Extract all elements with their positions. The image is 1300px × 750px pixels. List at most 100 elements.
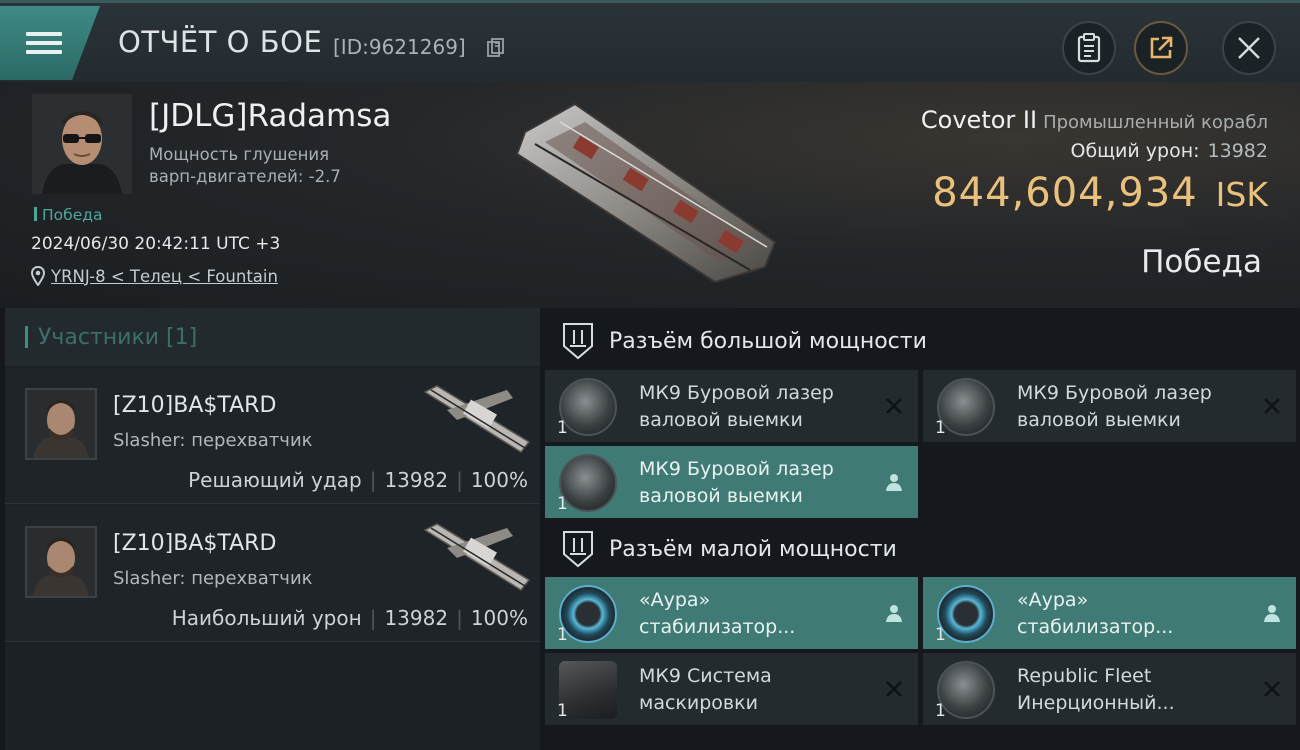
slot-item-name-line2: валовой выемки [639,409,803,431]
slot-item-name-line1: МК9 Буровой лазер [639,382,834,404]
close-icon [1238,37,1260,59]
report-id: [ID:9621269] [333,35,466,59]
isk-unit: ISK [1215,175,1268,214]
slot-item-name-line2: валовой выемки [639,485,803,507]
low-slot-item[interactable]: 1 «Аура» стабилизатор... [545,577,918,649]
participant-percent: 100% [470,468,528,492]
slot-item-name: «Аура» стабилизатор... [639,587,879,641]
slot-high-icon [563,323,593,360]
total-damage: Общий урон: 13982 [1070,140,1268,162]
slot-item-name-line1: «Аура» [639,589,711,611]
stat-separator: | [456,606,463,630]
slot-quantity: 1 [557,701,568,721]
low-slot-item[interactable]: 1 МК9 Система маскировки [545,653,918,725]
slot-item-name-line1: «Аура» [1017,589,1089,611]
page-title: ОТЧЁТ О БОЕ [118,25,323,59]
participant-portrait [27,390,95,458]
victim-ship-title[interactable]: Covetor II Промышленный корабл [921,106,1268,134]
share-icon [1150,36,1173,59]
slot-quantity: 1 [557,625,568,645]
slot-item-name: МК9 Буровой лазер валовой выемки [639,380,879,434]
menu-button[interactable] [0,6,100,80]
participant-row[interactable]: [Z10]BA$TARD Slasher: перехватчик Решающ… [5,368,540,504]
slot-item-name: МК9 Буровой лазер валовой выемки [639,456,879,510]
participant-ship-image[interactable] [417,520,535,598]
participants-title: Участники [1] [38,324,198,350]
slot-item-name: «Аура» стабилизатор... [1017,587,1257,641]
low-slot-item[interactable]: 1 Republic Fleet Инерционный... [923,653,1296,725]
battle-result: Победа [1141,244,1262,280]
high-slot-label: Разъём большой мощности [609,328,927,354]
slot-quantity: 1 [557,418,568,438]
isk-loss: 844,604,934 ISK [932,170,1268,216]
victim-ship-image[interactable] [505,92,795,292]
top-bar: ОТЧЁТ О БОЕ [ID:9621269] [0,0,1300,82]
low-slot-header: Разъём малой мощности [545,520,1300,578]
total-damage-value: 13982 [1207,140,1268,162]
slot-quantity: 1 [935,418,946,438]
battle-timestamp: 2024/06/30 20:42:11 UTC +3 [31,234,281,254]
high-slot-item[interactable]: 1 МК9 Буровой лазер валовой выемки [923,370,1296,442]
participant-portrait [27,528,95,596]
stat-separator: | [369,468,377,492]
low-slot-label: Разъём малой мощности [609,536,897,562]
high-slot-item[interactable]: 1 МК9 Буровой лазер валовой выемки [545,446,918,518]
participant-role: Решающий удар [188,468,362,492]
clipboard-button[interactable] [1062,21,1116,75]
copy-icon[interactable] [487,38,505,58]
participant-ship-image[interactable] [417,382,535,460]
high-slot-item[interactable]: 1 МК9 Буровой лазер валовой выемки [545,370,918,442]
participant-ship: Slasher: перехватчик [113,568,313,589]
slot-quantity: 1 [557,494,568,514]
participant-percent: 100% [470,606,528,630]
stat-separator: | [456,468,463,492]
slot-low-icon [563,531,593,568]
slot-item-name: Republic Fleet Инерционный... [1017,663,1257,717]
participant-ship: Slasher: перехватчик [113,430,313,451]
dropped-person-icon [886,474,902,491]
participant-row[interactable]: [Z10]BA$TARD Slasher: перехватчик Наибол… [5,506,540,642]
slot-item-name-line1: МК9 Система [639,665,772,687]
dropped-person-icon [1264,605,1280,622]
location-link[interactable]: YRNJ-8 < Телец < Fountain [51,267,278,286]
slot-quantity: 1 [935,625,946,645]
slot-item-name-line2: стабилизатор... [1017,616,1174,638]
slot-item-name-line2: валовой выемки [1017,409,1181,431]
stat-separator: | [369,606,377,630]
dropped-person-icon [886,605,902,622]
close-button[interactable] [1222,21,1276,75]
participant-name[interactable]: [Z10]BA$TARD [113,531,276,556]
low-slot-item[interactable]: 1 «Аура» стабилизатор... [923,577,1296,649]
menu-icon [26,27,62,59]
clipboard-icon [1077,33,1101,63]
destroyed-x-icon [886,681,902,697]
ship-name: Covetor II [920,106,1038,134]
destroyed-x-icon [1264,681,1280,697]
slot-item-name: МК9 Буровой лазер валовой выемки [1017,380,1257,434]
result-tag: Победа [34,206,102,224]
participant-stats: Наибольший урон | 13982 | 100% [172,606,528,630]
participants-header[interactable]: Участники [1] [5,308,540,366]
participants-panel: Участники [1] [Z10]BA$TARD Slasher: пере… [5,308,540,750]
victim-pilot-name[interactable]: [JDLG]Radamsa [149,98,391,134]
isk-value: 844,604,934 [932,170,1198,216]
slot-item-name-line2: Инерционный... [1017,692,1175,714]
battle-location[interactable]: YRNJ-8 < Телец < Fountain [31,266,278,286]
high-slot-header: Разъём большой мощности [545,312,1300,370]
participant-avatar[interactable] [25,388,97,460]
participant-name[interactable]: [Z10]BA$TARD [113,393,276,418]
slot-item-name: МК9 Система маскировки [639,663,879,717]
participant-role: Наибольший урон [171,606,362,630]
victim-avatar[interactable] [32,94,132,194]
participant-damage: 13982 [384,606,449,630]
header-accent [25,326,28,348]
slot-item-name-line1: МК9 Буровой лазер [1017,382,1212,404]
warp-scramble-stat: Мощность глушения варп-двигателей: -2.7 [149,145,341,186]
participant-avatar[interactable] [25,526,97,598]
slot-quantity: 1 [935,701,946,721]
share-button[interactable] [1134,21,1188,75]
participant-stats: Решающий удар | 13982 | 100% [188,468,528,492]
slot-item-name-line2: маскировки [639,692,758,714]
slot-item-name-line1: Republic Fleet [1017,665,1152,687]
ship-class: Промышленный корабл [1043,112,1268,133]
